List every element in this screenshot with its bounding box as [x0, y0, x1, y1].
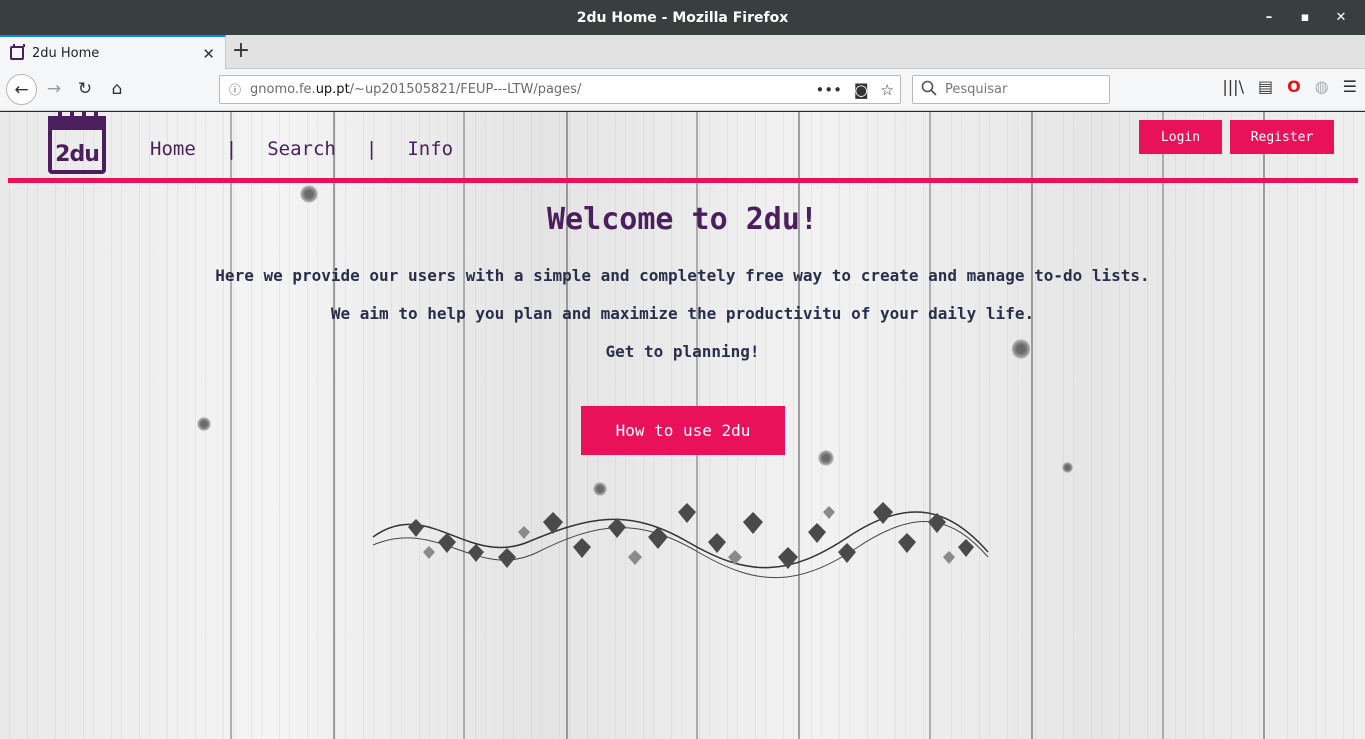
hamburger-menu-icon[interactable]: ☰ [1343, 77, 1357, 96]
tab-label: 2du Home [32, 45, 100, 61]
url-bar[interactable]: ⓘ gnomo.fe.up.pt/~up201505821/FEUP---LTW… [219, 75, 901, 104]
library-icon[interactable]: |||\ [1222, 77, 1244, 96]
search-icon [921, 80, 937, 100]
logo-ring [94, 112, 98, 120]
close-tab-icon[interactable]: ✕ [202, 45, 215, 63]
page-content: 2du Home | Search | Info Login Register … [0, 112, 1365, 739]
window-controls: – ▪ ✕ [1253, 0, 1357, 35]
back-button[interactable]: ← [6, 74, 37, 105]
maximize-button[interactable]: ▪ [1289, 6, 1321, 30]
menu-separator: | [225, 138, 238, 160]
intro-line-2: We aim to help you plan and maximize the… [330, 304, 1035, 323]
menu-separator: | [365, 138, 378, 160]
url-domain: up.pt [315, 82, 350, 97]
logo-text: 2du [55, 142, 100, 167]
calendar-favicon-icon [10, 44, 25, 60]
welcome-heading: Welcome to 2du! [547, 202, 818, 237]
wood-knot [593, 482, 607, 496]
menu-search-link[interactable]: Search [267, 138, 336, 160]
tab-2du-home[interactable]: 2du Home ✕ [0, 35, 226, 69]
ivy-decoration-icon [372, 502, 989, 579]
register-button[interactable]: Register [1230, 120, 1334, 154]
forward-button[interactable]: → [42, 77, 66, 101]
wood-knot [300, 185, 318, 203]
globe-icon[interactable]: ◍ [1315, 77, 1329, 96]
wood-knot [1062, 462, 1073, 473]
login-button[interactable]: Login [1139, 120, 1222, 154]
site-header: 2du Home | Search | Info Login Register [0, 112, 1365, 184]
window-titlebar: 2du Home - Mozilla Firefox – ▪ ✕ [0, 0, 1365, 35]
back-arrow-icon: ← [14, 79, 29, 100]
bookmark-star-icon[interactable]: ☆ [881, 81, 894, 99]
site-menu: Home | Search | Info [150, 138, 453, 160]
logo-ring [70, 112, 74, 120]
url-suffix: /~up201505821/FEUP---LTW/pages/ [349, 82, 582, 97]
home-button[interactable]: ⌂ [105, 77, 129, 101]
intro-line-1: Here we provide our users with a simple … [215, 266, 1150, 285]
how-to-use-button[interactable]: How to use 2du [581, 406, 785, 455]
sidebar-icon[interactable]: ▤ [1258, 77, 1273, 96]
url-actions: ••• ◙ ☆ [815, 81, 900, 99]
toolbar-icons: |||\ ▤ O ◍ ☰ [1222, 77, 1357, 96]
info-icon[interactable]: ⓘ [220, 81, 250, 98]
page-actions-icon[interactable]: ••• [815, 81, 842, 99]
nav-toolbar: ← → ↻ ⌂ ⓘ gnomo.fe.up.pt/~up201505821/FE… [0, 69, 1365, 111]
window-title: 2du Home - Mozilla Firefox [576, 9, 789, 26]
2du-logo[interactable]: 2du [48, 112, 106, 174]
minimize-button[interactable]: – [1253, 6, 1285, 30]
pocket-icon[interactable]: ◙ [854, 81, 869, 99]
opera-icon[interactable]: O [1287, 77, 1301, 96]
wood-knot [197, 417, 211, 431]
new-tab-button[interactable]: + [231, 39, 251, 65]
header-divider [8, 178, 1358, 183]
reload-icon: ↻ [77, 79, 93, 99]
search-bar[interactable]: Pesquisar [912, 75, 1110, 104]
url-text[interactable]: gnomo.fe.up.pt/~up201505821/FEUP---LTW/p… [250, 82, 815, 97]
menu-home-link[interactable]: Home [150, 138, 196, 160]
url-prefix: gnomo.fe. [250, 82, 316, 97]
menu-info-link[interactable]: Info [407, 138, 453, 160]
intro-line-3: Get to planning! [605, 342, 760, 361]
close-window-button[interactable]: ✕ [1325, 6, 1357, 30]
reload-button[interactable]: ↻ [73, 77, 97, 101]
logo-ring [82, 112, 86, 120]
wood-knot [818, 450, 834, 466]
search-placeholder: Pesquisar [945, 82, 1008, 97]
forward-arrow-icon: → [46, 79, 62, 99]
tab-strip: 2du Home ✕ + [0, 35, 1365, 69]
home-icon: ⌂ [111, 79, 123, 99]
logo-ring [58, 112, 62, 120]
